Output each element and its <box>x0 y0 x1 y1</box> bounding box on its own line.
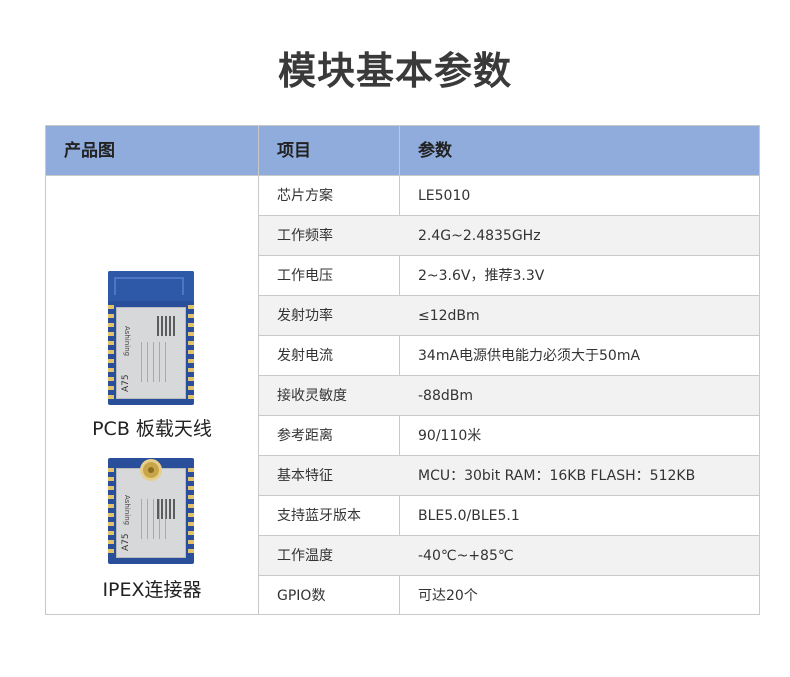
module-brand: Ashining <box>123 495 131 526</box>
table-row: 接收灵敏度 -88dBm <box>259 376 759 416</box>
row-value: -40℃~+85℃ <box>418 548 514 564</box>
row-item: 发射功率 <box>277 308 333 324</box>
module-model: A75 <box>121 374 131 392</box>
table-row: 发射功率 ≤12dBm <box>259 296 759 336</box>
row-item: 基本特征 <box>277 468 333 484</box>
row-value: 2.4G~2.4835GHz <box>418 228 541 244</box>
module-pcb-antenna-image: Ashining A75 <box>108 271 194 405</box>
module-brand: Ashining <box>123 326 131 357</box>
table-row: 芯片方案 LE5010 <box>259 176 759 216</box>
row-item: 支持蓝牙版本 <box>277 508 361 524</box>
page-title: 模块基本参数 <box>277 49 512 93</box>
row-item: 芯片方案 <box>277 188 333 204</box>
row-item: 发射电流 <box>277 348 333 364</box>
table-row: 参考距离 90/110米 <box>259 416 759 456</box>
table-body: 芯片方案 LE5010 工作频率 2.4G~2.4835GHz 工作电压 2~3… <box>259 176 759 614</box>
row-value: 2~3.6V，推荐3.3V <box>418 268 545 284</box>
table-row: 发射电流 34mA电源供电能力必须大于50mA <box>259 336 759 376</box>
row-value: BLE5.0/BLE5.1 <box>418 508 520 524</box>
table-row: 工作频率 2.4G~2.4835GHz <box>259 216 759 256</box>
row-value: -88dBm <box>418 388 473 404</box>
pcb-antenna-area <box>108 271 194 301</box>
row-item: 接收灵敏度 <box>277 388 347 404</box>
shield-can: Ashining A75 <box>116 307 186 399</box>
row-value: 34mA电源供电能力必须大于50mA <box>418 348 641 364</box>
row-item: 工作电压 <box>277 268 333 284</box>
row-item: GPIO数 <box>277 588 326 604</box>
header-param: 参数 <box>418 141 452 161</box>
module-model: A75 <box>121 533 131 551</box>
parameter-table: 产品图 项目 参数 Ashining A75 PCB 板载天线 Ashining <box>45 125 760 615</box>
module-fine-print <box>141 342 167 382</box>
row-item: 工作频率 <box>277 228 333 244</box>
antenna-trace <box>114 277 184 295</box>
module-ipex-image: Ashining A75 <box>108 458 194 564</box>
table-row: GPIO数 可达20个 <box>259 576 759 614</box>
row-value: LE5010 <box>418 188 471 204</box>
module-pads-right <box>188 468 194 558</box>
row-item: 参考距离 <box>277 428 333 444</box>
header-item: 项目 <box>277 141 311 161</box>
table-row: 工作电压 2~3.6V，推荐3.3V <box>259 256 759 296</box>
table-row: 支持蓝牙版本 BLE5.0/BLE5.1 <box>259 496 759 536</box>
row-value: 可达20个 <box>418 588 478 604</box>
product-image-cell: Ashining A75 PCB 板载天线 Ashining A75 IPEX连… <box>46 176 258 614</box>
module-pads-left <box>108 468 114 558</box>
table-header: 产品图 项目 参数 <box>46 126 759 176</box>
table-row: 基本特征 MCU：30bit RAM：16KB FLASH：512KB <box>259 456 759 496</box>
product-label-pcb: PCB 板载天线 <box>92 418 212 440</box>
row-value: 90/110米 <box>418 428 482 444</box>
product-label-ipex: IPEX连接器 <box>102 579 202 601</box>
header-product: 产品图 <box>64 141 115 161</box>
module-pads-right <box>188 305 194 401</box>
qr-code-icon <box>157 316 177 336</box>
module-fine-print <box>141 499 167 539</box>
table-row: 工作温度 -40℃~+85℃ <box>259 536 759 576</box>
module-pads-left <box>108 305 114 401</box>
row-value: MCU：30bit RAM：16KB FLASH：512KB <box>418 468 696 484</box>
ipex-connector-icon <box>140 459 162 481</box>
row-value: ≤12dBm <box>418 308 480 324</box>
shield-can: Ashining A75 <box>116 468 186 558</box>
row-item: 工作温度 <box>277 548 333 564</box>
